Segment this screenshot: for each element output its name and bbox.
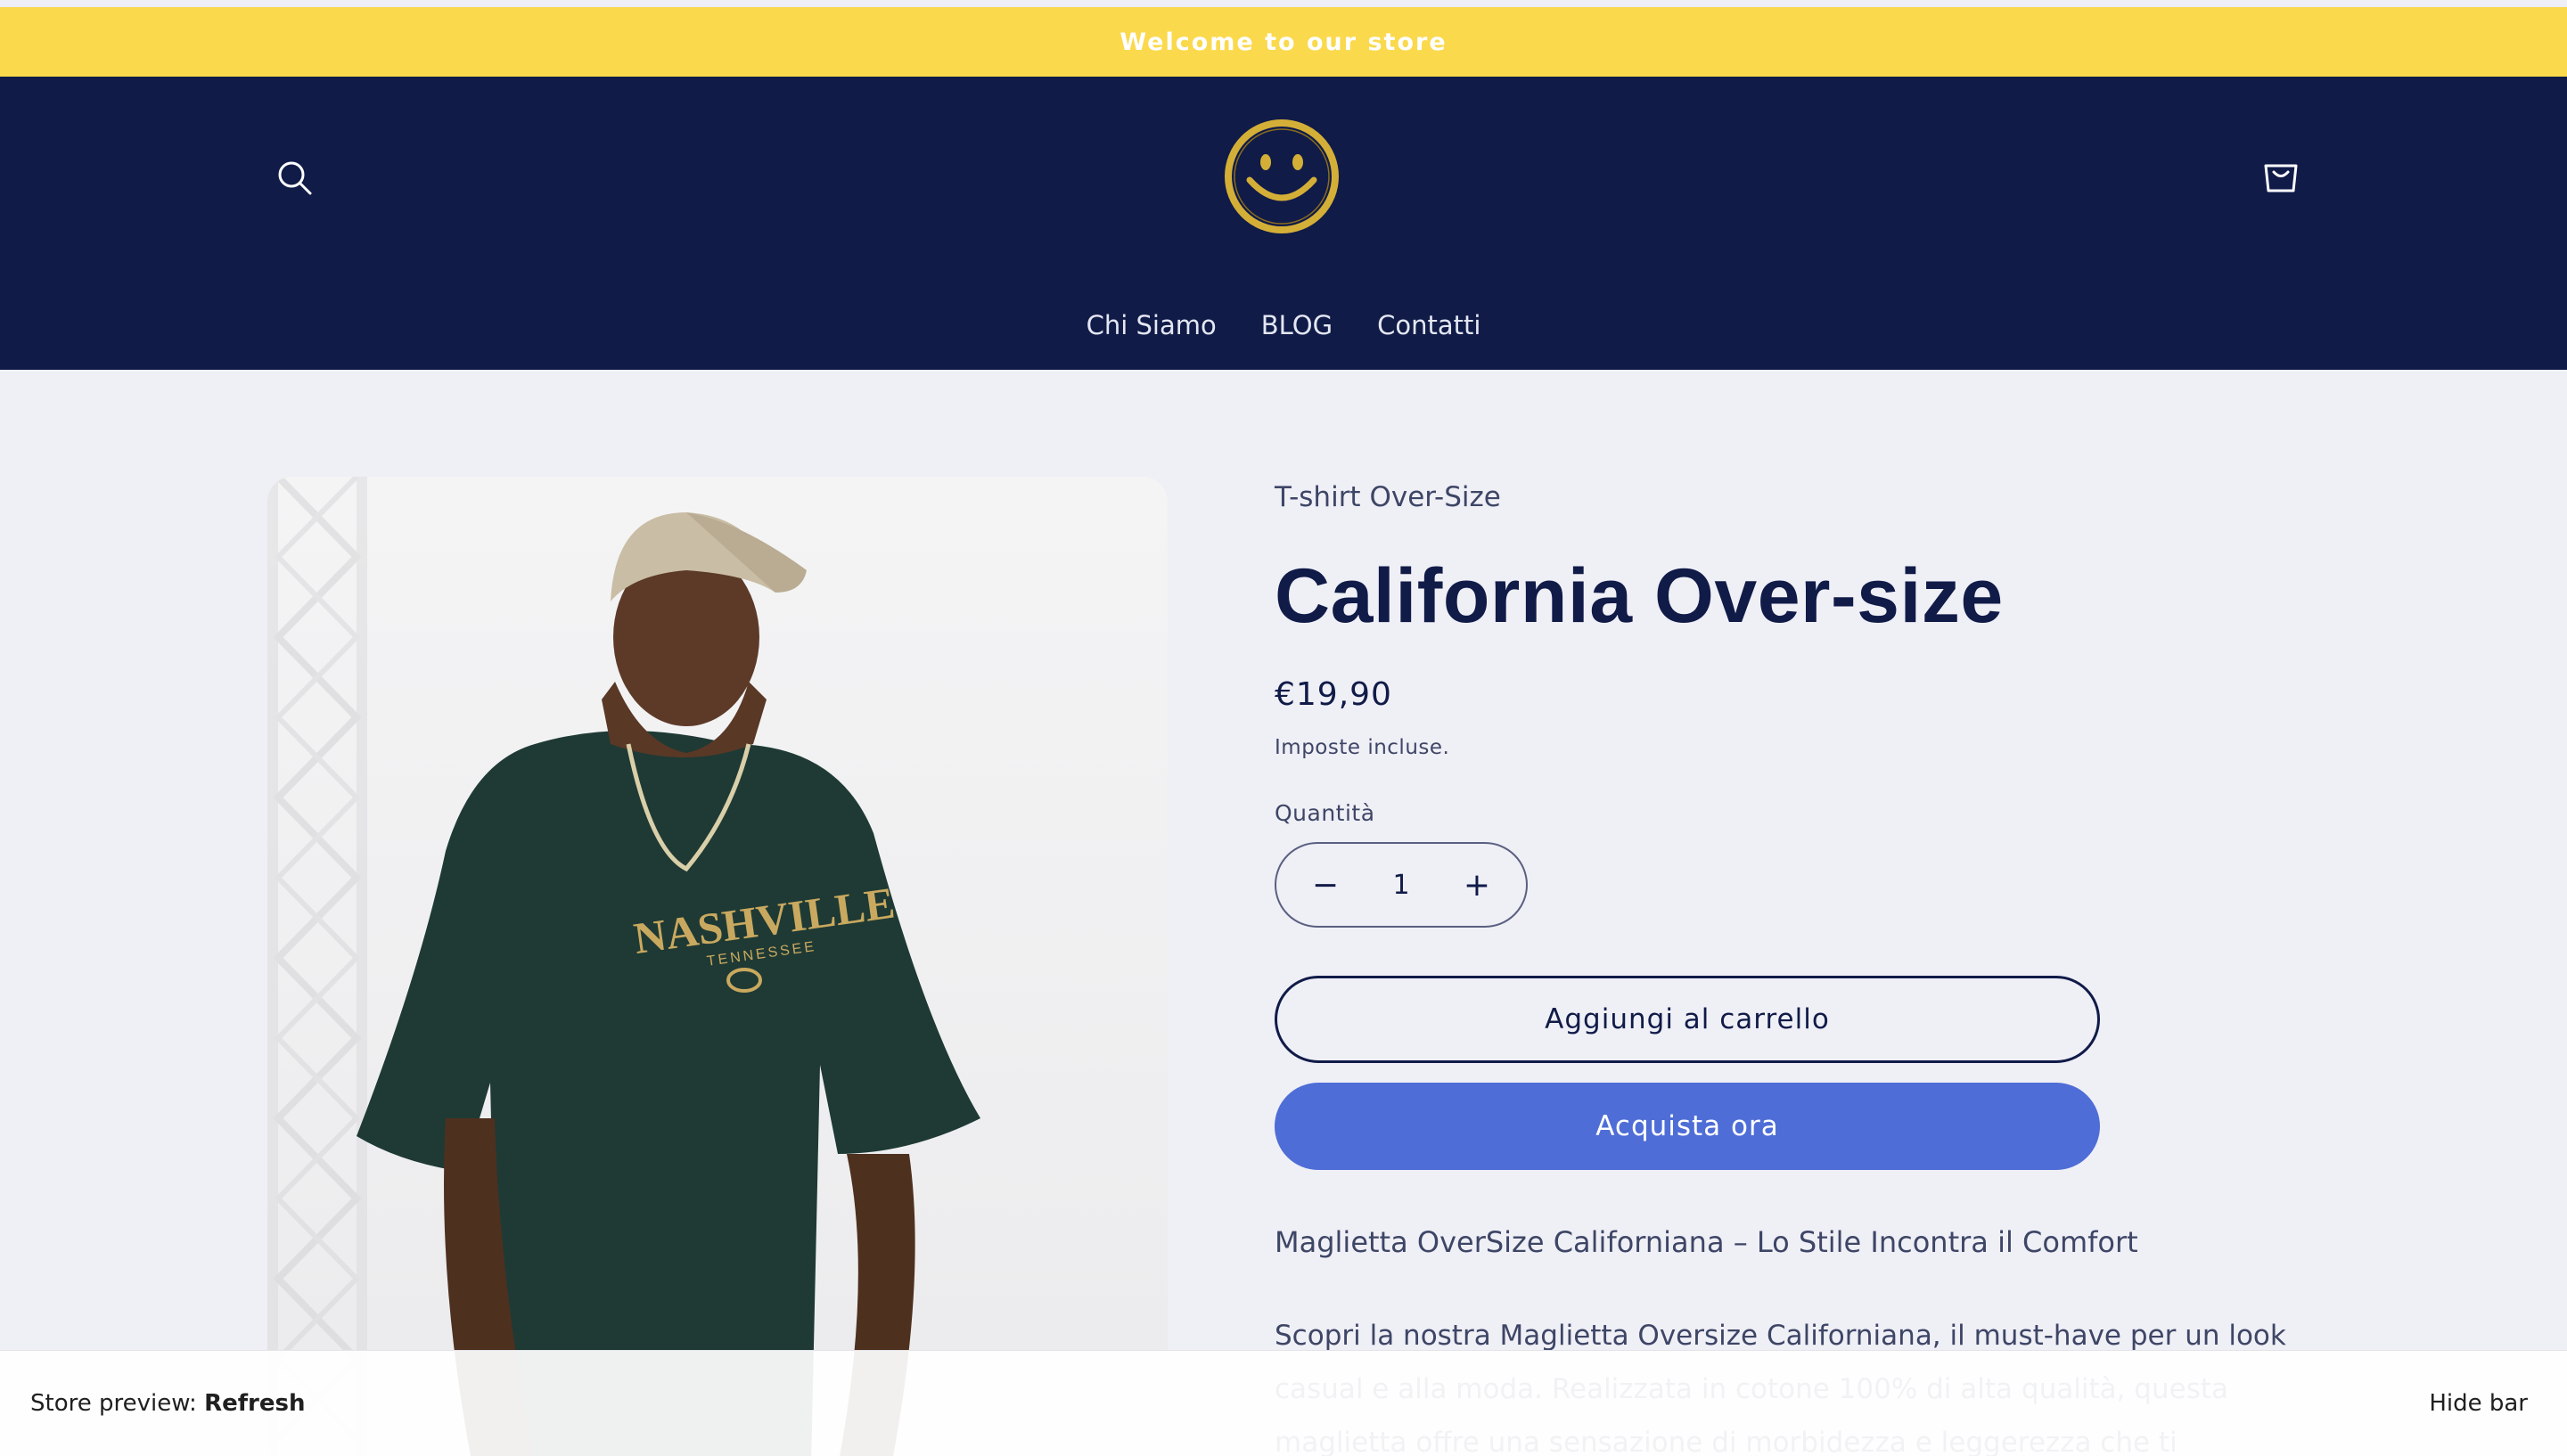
- product-image[interactable]: NASHVILLE TENNESSEE: [267, 477, 1168, 1456]
- site-header: Chi Siamo BLOG Contatti: [0, 77, 2567, 370]
- product-vendor: T-shirt Over-Size: [1275, 481, 1501, 513]
- preview-label: Store preview:: [30, 1390, 197, 1417]
- truss-decoration: [267, 477, 367, 1456]
- product-title: California Over-size: [1275, 553, 2004, 639]
- product-photo: NASHVILLE TENNESSEE: [267, 477, 980, 1456]
- announcement-text: Welcome to our store: [1119, 28, 1448, 56]
- search-icon: [278, 161, 312, 195]
- increase-quantity-button[interactable]: +: [1455, 867, 1499, 904]
- tax-note: Imposte incluse.: [1275, 736, 1450, 759]
- quantity-label: Quantità: [1275, 800, 1375, 826]
- main-nav: Chi Siamo BLOG Contatti: [0, 310, 2567, 353]
- product-price: €19,90: [1275, 676, 1392, 713]
- refresh-link[interactable]: Refresh: [204, 1390, 305, 1417]
- product-info: T-shirt Over-Size California Over-size €…: [1275, 481, 2344, 1456]
- cart-icon: [2264, 164, 2298, 192]
- nav-item-contatti[interactable]: Contatti: [1377, 310, 1480, 353]
- decrease-quantity-button[interactable]: −: [1303, 867, 1348, 904]
- smiley-logo-icon[interactable]: [1221, 116, 1342, 237]
- add-to-cart-button[interactable]: Aggiungi al carrello: [1275, 976, 2100, 1063]
- quantity-stepper: − +: [1275, 842, 1528, 928]
- nav-item-blog[interactable]: BLOG: [1261, 310, 1333, 353]
- search-button[interactable]: [267, 151, 323, 206]
- nav-item-chi-siamo[interactable]: Chi Siamo: [1087, 310, 1217, 353]
- buy-now-button[interactable]: Acquista ora: [1275, 1083, 2100, 1170]
- store-preview-bar: Store preview: Refresh Hide bar: [0, 1350, 2567, 1456]
- description-heading: Maglietta OverSize Californiana – Lo Sti…: [1275, 1225, 2138, 1259]
- cart-button[interactable]: [2253, 148, 2309, 203]
- hide-bar-button[interactable]: Hide bar: [2429, 1390, 2537, 1417]
- preview-status: Store preview: Refresh: [30, 1390, 306, 1417]
- quantity-input[interactable]: [1366, 869, 1437, 901]
- announcement-bar: Welcome to our store: [0, 7, 2567, 77]
